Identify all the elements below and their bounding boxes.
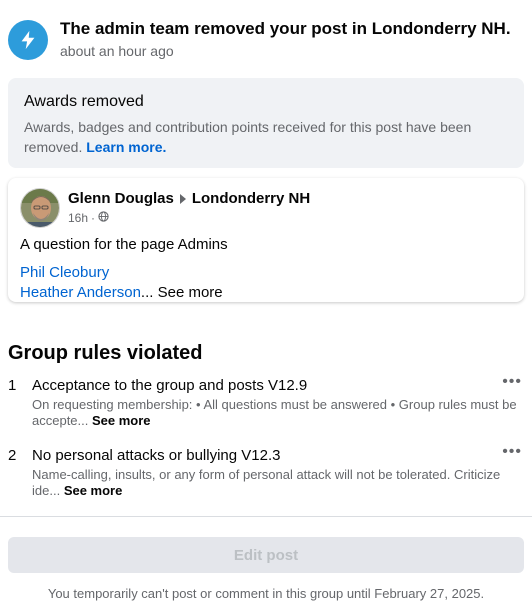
- notification-title: The admin team removed your post in Lond…: [60, 19, 511, 38]
- rules-section-title: Group rules violated: [8, 342, 203, 364]
- see-more-button[interactable]: See more: [92, 413, 151, 428]
- rule-number: 2: [8, 447, 17, 464]
- lightning-bolt-icon: [8, 20, 48, 60]
- rule-description: Name-calling, insults, or any form of pe…: [32, 467, 522, 499]
- awards-removed-panel: Awards removed Awards, badges and contri…: [8, 78, 524, 168]
- rule-description: On requesting membership: • All question…: [32, 397, 522, 429]
- see-more-button[interactable]: See more: [64, 483, 123, 498]
- more-options-icon[interactable]: •••: [502, 373, 522, 391]
- post-text: A question for the page Admins: [20, 236, 228, 253]
- meta-separator: ·: [91, 211, 96, 225]
- post-time[interactable]: 16h: [68, 211, 88, 225]
- post-mention[interactable]: Phil Cleobury: [20, 264, 109, 281]
- avatar[interactable]: [20, 188, 60, 228]
- more-options-icon[interactable]: •••: [502, 443, 522, 461]
- rule-item: 2 No personal attacks or bullying V12.3 …: [8, 443, 524, 503]
- see-more-button[interactable]: See more: [158, 284, 223, 301]
- post-mention-row: Heather Anderson... See more: [20, 284, 223, 301]
- post-ellipsis: ...: [140, 284, 154, 301]
- post-preview-card[interactable]: Glenn Douglas Londonderry NH 16h · A que…: [8, 178, 524, 302]
- post-meta: 16h ·: [68, 211, 109, 225]
- rule-title: No personal attacks or bullying V12.3: [32, 447, 281, 464]
- post-mention[interactable]: Heather Anderson: [20, 284, 141, 301]
- learn-more-link[interactable]: Learn more.: [86, 139, 166, 155]
- edit-post-button[interactable]: Edit post: [8, 537, 524, 573]
- awards-title: Awards removed: [24, 93, 144, 110]
- rule-item: 1 Acceptance to the group and posts V12.…: [8, 373, 524, 433]
- notification-header: The admin team removed your post in Lond…: [8, 16, 528, 64]
- post-author-row: Glenn Douglas Londonderry NH: [68, 190, 310, 207]
- arrow-right-icon: [179, 193, 186, 204]
- notification-time: about an hour ago: [60, 43, 174, 59]
- post-author-name[interactable]: Glenn Douglas: [68, 190, 174, 207]
- restriction-notice: You temporarily can't post or comment in…: [47, 586, 485, 601]
- globe-icon: [98, 211, 109, 225]
- divider: [0, 516, 532, 517]
- rule-title: Acceptance to the group and posts V12.9: [32, 377, 308, 394]
- post-group-name[interactable]: Londonderry NH: [192, 190, 310, 207]
- rule-number: 1: [8, 377, 17, 394]
- awards-body: Awards, badges and contribution points r…: [24, 117, 508, 157]
